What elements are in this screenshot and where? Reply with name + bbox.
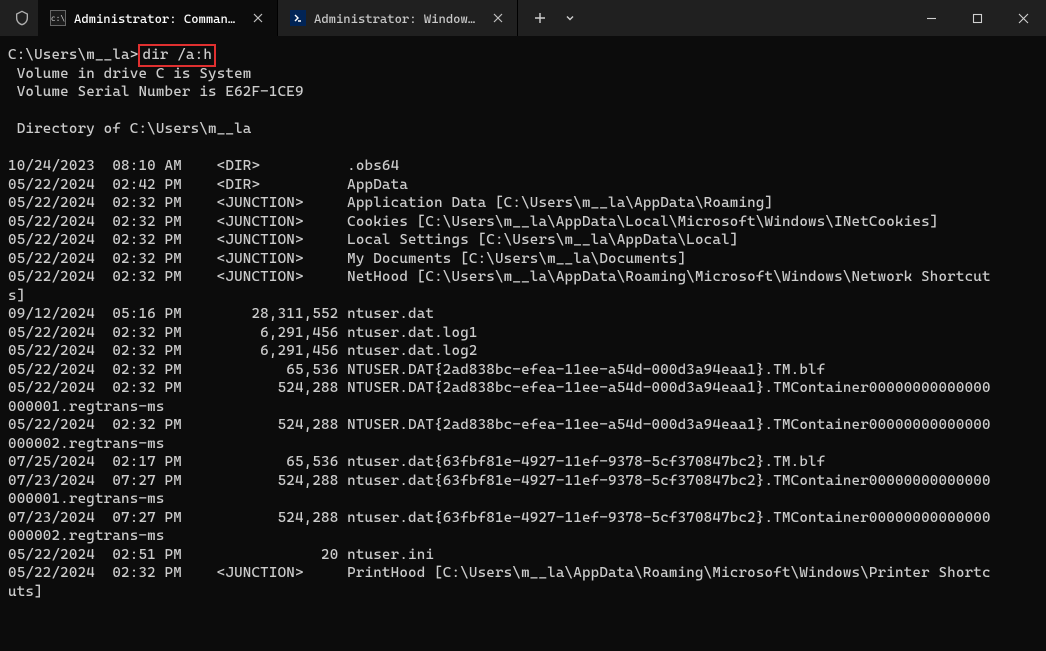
powershell-icon [290, 10, 306, 26]
terminal-output[interactable]: C:\Users\m__la>dir /a:h Volume in drive … [0, 36, 1046, 611]
shield-icon [0, 0, 38, 36]
minimize-button[interactable] [908, 0, 954, 36]
dir-listing: Volume in drive C is System Volume Seria… [8, 66, 991, 600]
titlebar-drag-area[interactable] [584, 0, 908, 36]
close-icon[interactable] [489, 9, 507, 27]
close-icon[interactable] [249, 9, 267, 27]
tab-powershell[interactable]: Administrator: Windows Power [278, 0, 518, 36]
prompt-path: C:\Users\m__la> [8, 47, 138, 63]
tab-command-prompt[interactable]: c:\ Administrator: Command Pro [38, 0, 278, 36]
tab-dropdown-button[interactable] [556, 4, 584, 32]
new-tab-button[interactable] [524, 4, 556, 32]
close-button[interactable] [1000, 0, 1046, 36]
tab-label: Administrator: Command Pro [74, 11, 241, 26]
highlighted-command: dir /a:h [138, 44, 216, 67]
window-controls [908, 0, 1046, 36]
cmd-icon: c:\ [50, 10, 66, 26]
maximize-button[interactable] [954, 0, 1000, 36]
tab-label: Administrator: Windows Power [314, 11, 481, 26]
titlebar: c:\ Administrator: Command Pro Administr… [0, 0, 1046, 36]
